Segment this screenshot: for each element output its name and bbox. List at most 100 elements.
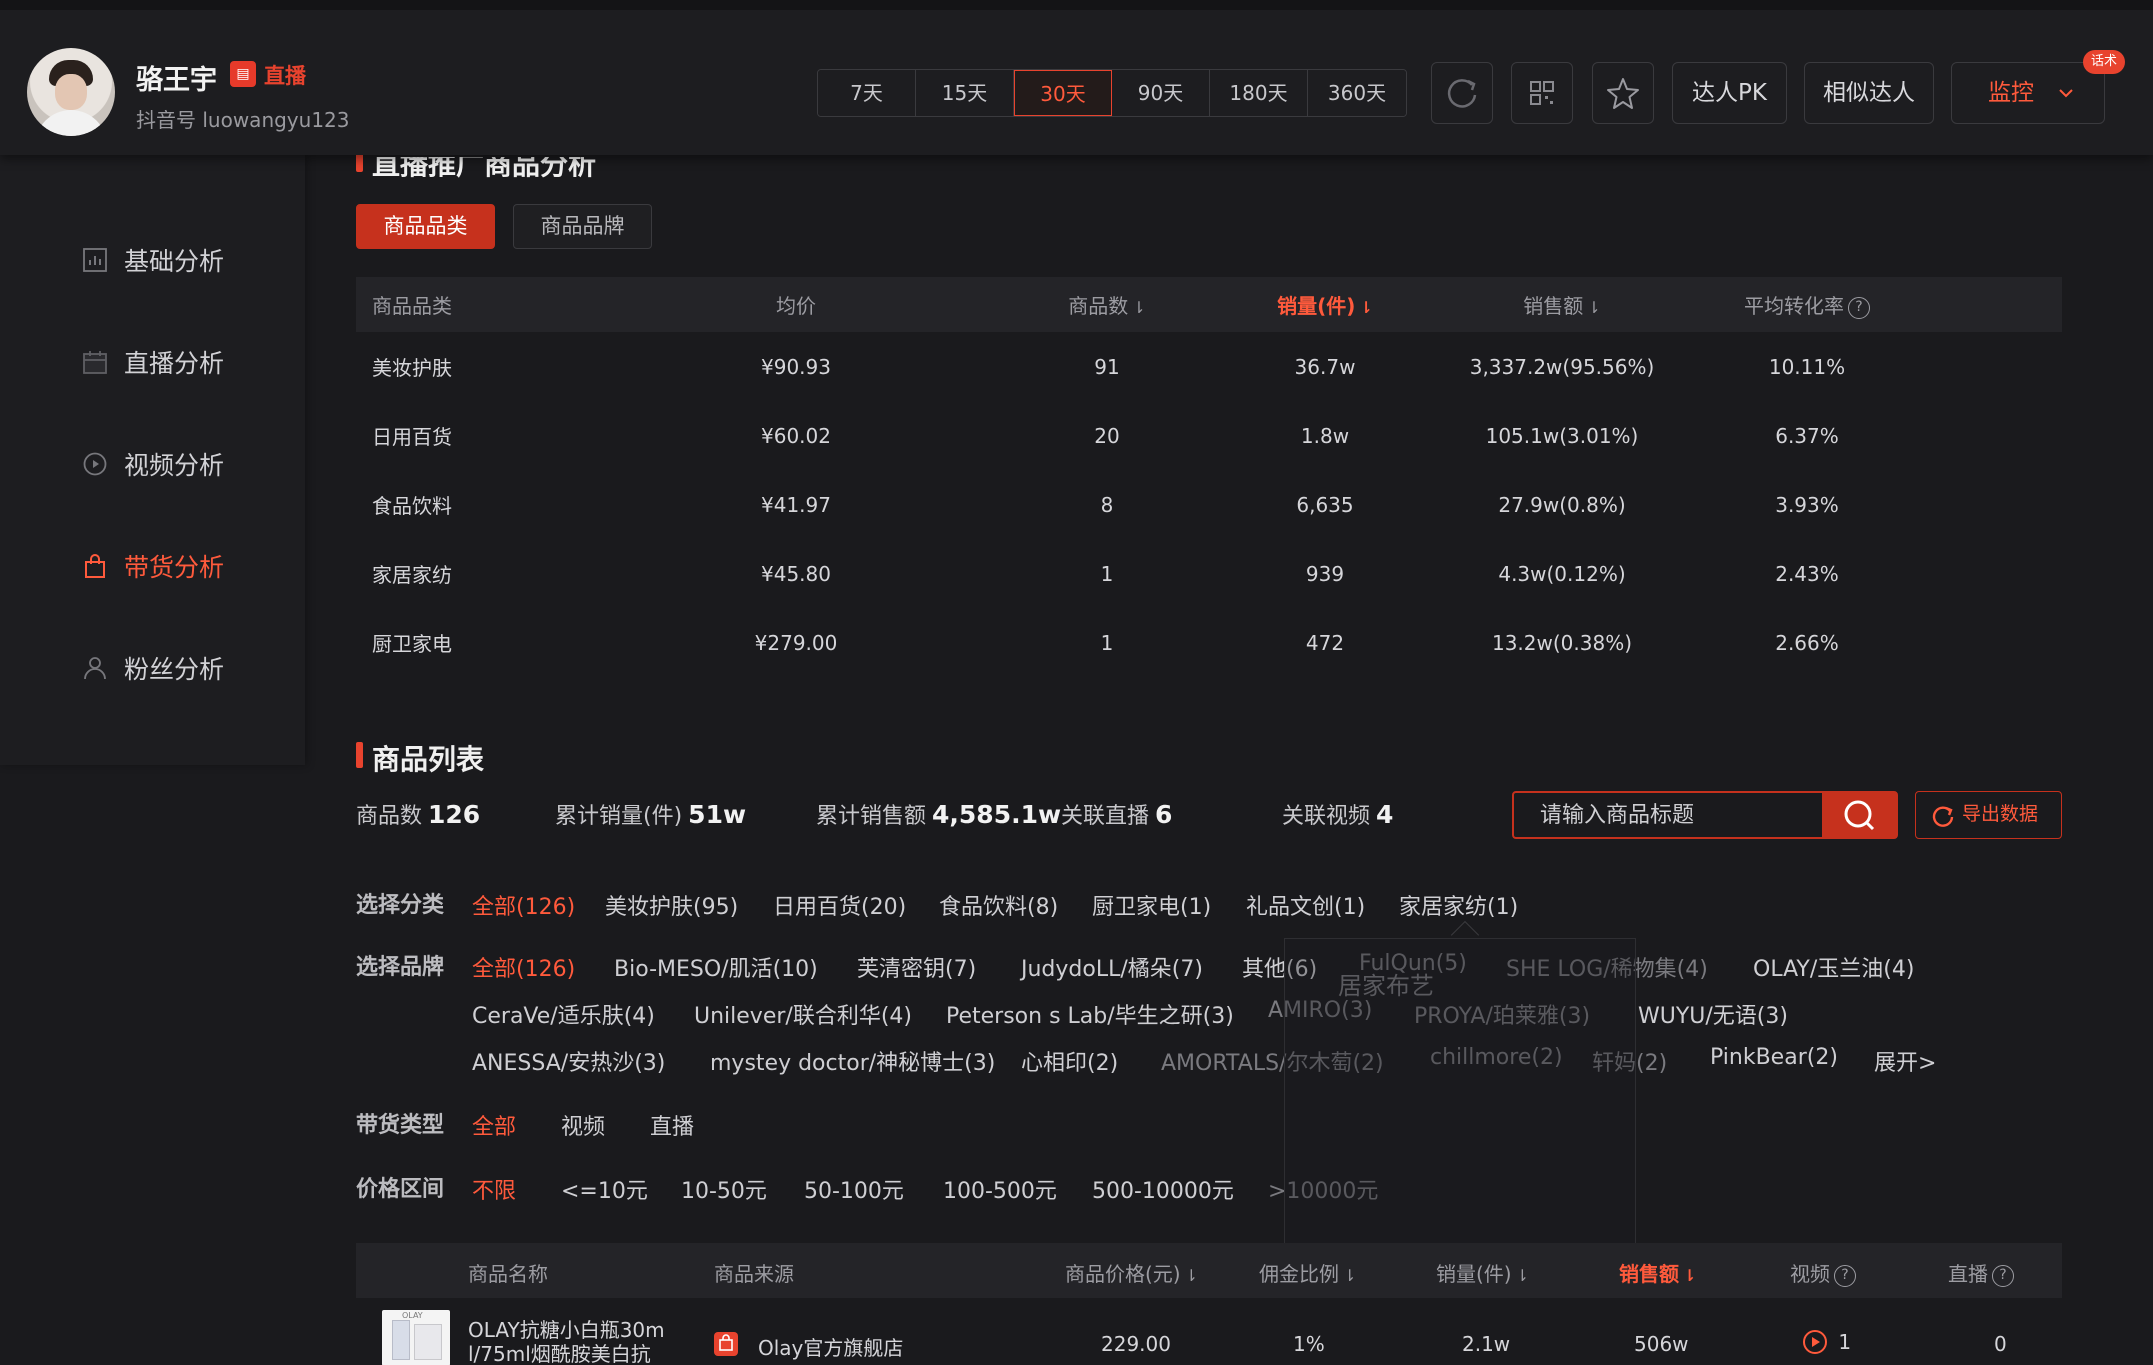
- range-15d[interactable]: 15天: [916, 70, 1014, 116]
- product-video-count[interactable]: 1: [1802, 1328, 1851, 1355]
- filter-brand-option[interactable]: ANESSA/安热沙(3): [472, 1045, 665, 1077]
- favorite-button[interactable]: [1592, 62, 1654, 124]
- sort-icon: ⇂: [1343, 1266, 1357, 1285]
- script-badge[interactable]: 话术: [2083, 50, 2126, 74]
- col-commission[interactable]: 佣金比例 ⇂: [1259, 1258, 1356, 1287]
- col-product-price[interactable]: 商品价格(元) ⇂: [1065, 1258, 1198, 1287]
- product-name[interactable]: OLAY抗糖小白瓶30m l/75ml烟酰胺美白抗: [468, 1318, 688, 1365]
- filter-brand-option[interactable]: mystey doctor/神秘博士(3): [710, 1045, 995, 1077]
- influencer-pk-button[interactable]: 达人PK: [1672, 62, 1787, 124]
- avatar[interactable]: [27, 48, 115, 136]
- filter-brand-option[interactable]: JudydoLL/橘朵(7): [1021, 951, 1203, 983]
- refresh-button[interactable]: [1431, 62, 1493, 124]
- filter-brand-option[interactable]: 芙清密钥(7): [857, 951, 976, 983]
- filter-brand-option[interactable]: WUYU/无语(3): [1638, 998, 1788, 1030]
- sort-icon: ⇂: [1587, 298, 1601, 317]
- filter-brand-option[interactable]: 心相印(2): [1021, 1045, 1118, 1077]
- filter-price-option[interactable]: <=10元: [561, 1173, 648, 1205]
- product-source[interactable]: Olay官方旗舰店: [758, 1332, 903, 1361]
- product-sales: 2.1w: [1462, 1332, 1511, 1356]
- range-180d[interactable]: 180天: [1210, 70, 1308, 116]
- filter-category-option[interactable]: 食品饮料(8): [939, 889, 1058, 921]
- help-icon[interactable]: ?: [1848, 296, 1870, 319]
- expand-brands-link[interactable]: 展开>: [1874, 1045, 1936, 1077]
- product-live-count: 0: [1994, 1332, 2007, 1356]
- filter-category-option[interactable]: 日用百货(20): [773, 889, 906, 921]
- sidebar-item-fans[interactable]: 粉丝分析: [82, 648, 224, 688]
- cell-count: 1: [1100, 561, 1114, 586]
- sort-icon: ⇂: [1184, 1266, 1199, 1285]
- popup-item[interactable]: 居家布艺: [1338, 966, 1434, 1001]
- search-input[interactable]: [1514, 793, 1822, 837]
- sidebar-item-label: 基础分析: [124, 247, 225, 276]
- sort-icon: ⇂: [1359, 298, 1373, 317]
- filter-price-option[interactable]: 不限: [472, 1173, 516, 1205]
- sidebar-item-live[interactable]: 直播分析: [82, 342, 224, 382]
- sidebar-item-goods[interactable]: 带货分析: [82, 546, 224, 586]
- filter-brand-option[interactable]: OLAY/玉兰油(4): [1753, 951, 1914, 983]
- filter-brand-option[interactable]: Peterson s Lab/毕生之研(3): [946, 998, 1234, 1030]
- filter-brand-option[interactable]: CeraVe/适乐肤(4): [472, 998, 655, 1030]
- stat-label: 累计销售额: [816, 804, 927, 829]
- stat-label: 关联直播: [1061, 804, 1150, 829]
- filter-brand-option[interactable]: Unilever/联合利华(4): [694, 998, 912, 1030]
- col-label: 商品价格(元): [1065, 1262, 1181, 1286]
- cell-sales: 1.8w: [1300, 423, 1350, 448]
- table-row: 厨卫家电 ¥279.00 1 472 13.2w(0.38%) 2.66%: [356, 608, 2062, 677]
- sidebar: 基础分析 直播分析 视频分析 带货分析 粉丝分析: [0, 155, 305, 765]
- filter-category-option[interactable]: 全部(126): [472, 889, 575, 921]
- cell-conversion: 6.37%: [1775, 423, 1839, 448]
- product-name-line: OLAY抗糖小白瓶30m: [468, 1318, 665, 1342]
- range-30d[interactable]: 30天: [1014, 70, 1112, 116]
- col-product-sales[interactable]: 销量(件) ⇂: [1436, 1258, 1529, 1287]
- col-conversion-label: 平均转化率: [1744, 294, 1844, 318]
- sidebar-item-video[interactable]: 视频分析: [82, 444, 224, 484]
- filter-type-option[interactable]: 直播: [650, 1109, 694, 1141]
- col-sales-label: 销量(件): [1277, 294, 1356, 318]
- filter-price-option[interactable]: 10-50元: [681, 1173, 767, 1205]
- filter-price-option[interactable]: 500-10000元: [1092, 1173, 1234, 1205]
- help-icon[interactable]: ?: [1834, 1264, 1856, 1287]
- cell-avg-price: ¥60.02: [761, 423, 831, 448]
- sidebar-item-basic[interactable]: 基础分析: [82, 240, 224, 280]
- filter-price-option[interactable]: 100-500元: [943, 1173, 1057, 1205]
- filter-type-option[interactable]: 全部: [472, 1109, 516, 1141]
- stat-label: 商品数: [356, 804, 423, 829]
- filter-price-option[interactable]: 50-100元: [804, 1173, 904, 1205]
- help-icon[interactable]: ?: [1992, 1264, 2014, 1287]
- col-revenue[interactable]: 销售额 ⇂: [1432, 290, 1692, 319]
- col-category: 商品品类: [372, 294, 452, 318]
- filter-category-option[interactable]: 家居家纺(1): [1399, 889, 1518, 921]
- tab-brand[interactable]: 商品品牌: [513, 204, 652, 249]
- col-live: 直播?: [1948, 1258, 2014, 1287]
- col-count[interactable]: 商品数 ⇂: [1034, 290, 1180, 319]
- filter-category-option[interactable]: 美妆护肤(95): [605, 889, 738, 921]
- filter-brand-option[interactable]: 全部(126): [472, 951, 575, 983]
- col-label: 销量(件): [1436, 1262, 1512, 1286]
- influencer-name: 骆王宇: [136, 65, 217, 96]
- range-90d[interactable]: 90天: [1112, 70, 1210, 116]
- similar-influencers-button[interactable]: 相似达人: [1804, 62, 1934, 124]
- product-thumbnail[interactable]: OLAY: [382, 1310, 450, 1365]
- col-sales[interactable]: 销量(件) ⇂: [1230, 290, 1420, 319]
- monitor-dropdown[interactable]: 监控: [1951, 62, 2105, 124]
- cell-category: 食品饮料: [372, 494, 452, 518]
- sort-icon: ⇂: [1515, 1266, 1530, 1285]
- col-product-revenue[interactable]: 销售额 ⇂: [1619, 1258, 1696, 1287]
- filter-brand-option[interactable]: Bio-MESO/肌活(10): [614, 951, 818, 983]
- filter-type-option[interactable]: 视频: [561, 1109, 605, 1141]
- cell-conversion: 2.43%: [1775, 561, 1839, 586]
- table-row[interactable]: OLAY OLAY抗糖小白瓶30m l/75ml烟酰胺美白抗 Olay官方旗舰店…: [356, 1298, 2062, 1365]
- avatar-shirt: [35, 110, 107, 136]
- range-360d[interactable]: 360天: [1308, 70, 1406, 116]
- qrcode-button[interactable]: [1511, 62, 1573, 124]
- live-calendar-icon: [83, 351, 107, 374]
- export-data-button[interactable]: 导出数据: [1915, 791, 2062, 839]
- filter-brand-option[interactable]: PinkBear(2): [1710, 1045, 1838, 1070]
- filter-category-option[interactable]: 礼品文创(1): [1246, 889, 1365, 921]
- tab-category[interactable]: 商品品类: [356, 204, 495, 249]
- cell-count: 8: [1100, 492, 1114, 517]
- search-button[interactable]: [1822, 793, 1896, 837]
- range-7d[interactable]: 7天: [818, 70, 916, 116]
- filter-category-option[interactable]: 厨卫家电(1): [1092, 889, 1211, 921]
